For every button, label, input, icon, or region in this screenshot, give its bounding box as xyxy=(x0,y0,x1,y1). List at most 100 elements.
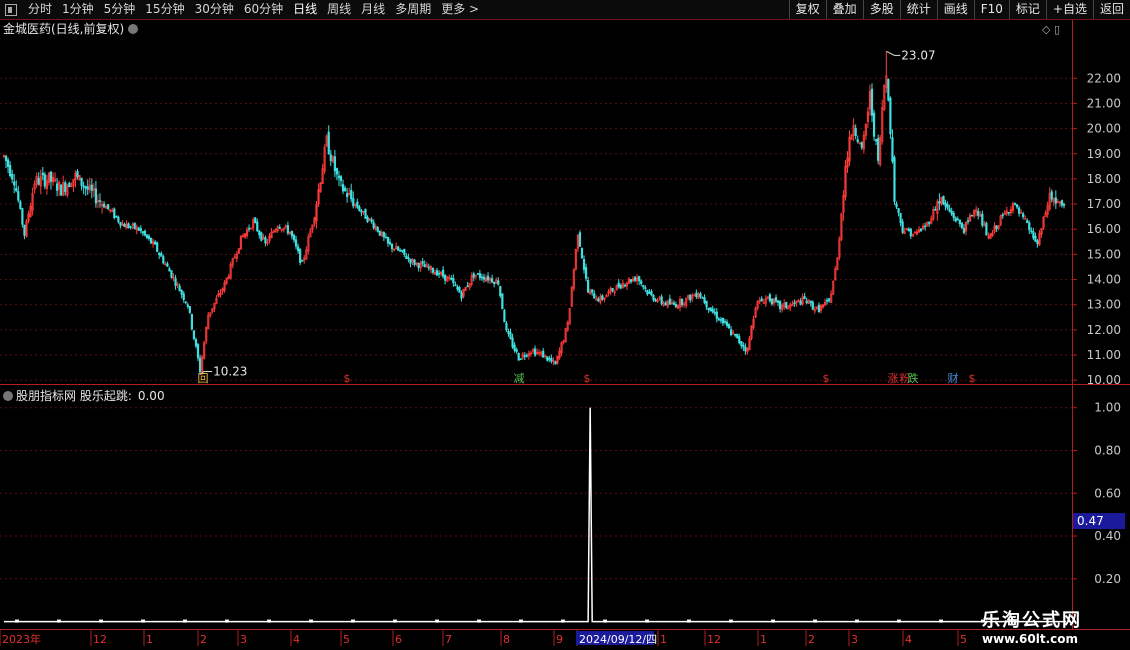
event-marker: $ xyxy=(969,372,976,385)
price-tick-label: 21.00 xyxy=(1087,96,1121,110)
candle-body xyxy=(629,279,633,283)
candle-body xyxy=(582,259,586,270)
candle-body xyxy=(664,302,667,306)
candle-body xyxy=(360,210,363,213)
candle-body xyxy=(872,112,876,137)
baseline-dot xyxy=(351,619,355,623)
indicator-line xyxy=(4,407,1067,623)
candle-body xyxy=(147,235,151,239)
indicator-tick-label: 1.00 xyxy=(1094,401,1121,415)
candle-body xyxy=(390,243,394,250)
candle-body xyxy=(960,222,963,228)
candle-body xyxy=(290,231,294,237)
candle-body xyxy=(891,137,894,162)
candle-body xyxy=(970,214,974,217)
candle-body xyxy=(1034,235,1037,242)
indicator-tick-label: 0.40 xyxy=(1094,529,1121,543)
candle-body xyxy=(137,227,140,231)
candle-body xyxy=(738,336,741,344)
candle-body xyxy=(505,323,508,331)
candle-body xyxy=(501,293,504,310)
candle-body xyxy=(1054,197,1057,204)
candle-body xyxy=(803,296,806,300)
candle-body xyxy=(909,228,912,237)
candle-body xyxy=(723,320,727,323)
time-label: 8 xyxy=(503,633,510,646)
time-label: 1 xyxy=(660,633,667,646)
candle-body xyxy=(258,230,261,236)
price-tick-label: 18.00 xyxy=(1087,172,1121,186)
candle-body xyxy=(509,332,512,339)
candle-body xyxy=(435,270,439,276)
candle-body xyxy=(644,287,647,289)
candle-body xyxy=(740,341,743,346)
candle-body xyxy=(341,184,345,192)
baseline-dot xyxy=(57,619,61,623)
time-label: 4 xyxy=(293,633,300,646)
candle-body xyxy=(154,241,157,245)
candle-body xyxy=(517,353,520,361)
candle-body xyxy=(744,346,747,352)
price-tick-label: 13.00 xyxy=(1087,298,1121,312)
candle-body xyxy=(638,276,641,282)
candle-body xyxy=(13,181,16,186)
candle-body xyxy=(460,292,463,299)
candle-body xyxy=(919,228,923,232)
candle-body xyxy=(23,224,26,236)
stock-chart[interactable]: 10.0011.0012.0013.0014.0015.0016.0017.00… xyxy=(0,0,1130,650)
candle-body xyxy=(456,286,459,290)
candle-body xyxy=(742,344,745,348)
candle-body xyxy=(333,156,336,172)
candle-body xyxy=(82,185,85,188)
candle-body xyxy=(719,319,722,321)
candle-body xyxy=(721,317,725,324)
candle-body xyxy=(145,234,149,238)
candle-body xyxy=(617,282,620,288)
candle-body xyxy=(382,232,385,238)
candle-body xyxy=(292,234,296,241)
candle-body xyxy=(423,264,426,268)
candle-body xyxy=(149,237,153,244)
candle-body xyxy=(115,215,118,218)
candle-body xyxy=(601,295,604,300)
candle-body xyxy=(597,298,600,302)
indicator-tick-label: 0.60 xyxy=(1094,486,1121,500)
candle-body xyxy=(366,216,369,222)
indicator-series xyxy=(4,407,1067,623)
logo-url: www.60lt.com xyxy=(982,632,1079,646)
baseline-dot xyxy=(477,619,481,623)
candle-body xyxy=(928,221,931,224)
candle-body xyxy=(593,293,596,299)
indicator-tick-label: 0.80 xyxy=(1094,443,1121,457)
candle-body xyxy=(256,221,259,231)
candle-body xyxy=(952,212,955,218)
candle-body xyxy=(1036,240,1039,245)
candle-body xyxy=(889,97,892,135)
candle-body xyxy=(550,358,553,362)
candle-body xyxy=(133,222,136,229)
candle-body xyxy=(452,277,455,284)
candle-body xyxy=(578,232,582,247)
candle-body xyxy=(981,213,984,226)
candle-body xyxy=(942,195,945,205)
candle-body xyxy=(893,157,896,202)
candle-body xyxy=(476,273,479,275)
candle-body xyxy=(260,232,263,241)
candle-body xyxy=(1007,211,1010,214)
candle-body xyxy=(985,222,988,236)
candle-body xyxy=(699,293,702,297)
candle-body xyxy=(9,164,12,177)
current-value-label: 0.47 xyxy=(1077,514,1104,528)
candle-body xyxy=(37,178,40,185)
price-tick-label: 20.00 xyxy=(1087,122,1121,136)
candle-body xyxy=(192,330,196,339)
candle-body xyxy=(278,226,281,229)
candle-body xyxy=(956,218,959,221)
candle-body xyxy=(950,210,953,215)
candle-body xyxy=(21,208,24,225)
candle-body xyxy=(805,300,808,303)
baseline-dot xyxy=(603,619,607,623)
candle-body xyxy=(1028,222,1031,231)
candle-body xyxy=(491,278,494,283)
candle-body xyxy=(76,170,79,177)
